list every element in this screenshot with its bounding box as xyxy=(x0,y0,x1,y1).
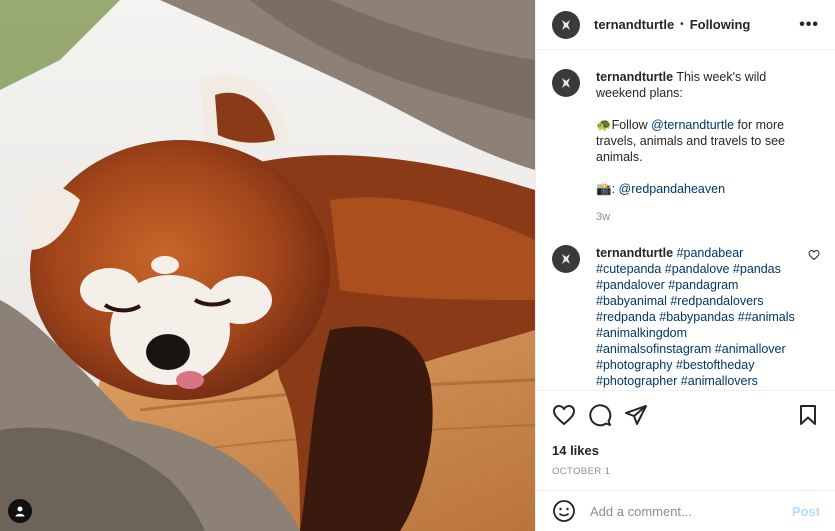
post-photo[interactable] xyxy=(0,0,535,531)
turtle-logo-icon xyxy=(562,254,570,264)
comments-section[interactable]: ternandturtle This week's wild weekend p… xyxy=(536,51,835,390)
comment-username[interactable]: ternandturtle xyxy=(596,246,673,260)
hashtag-list[interactable]: #pandabear #cutepanda #pandalove #pandas… xyxy=(596,246,795,388)
following-button[interactable]: Following xyxy=(690,17,751,32)
post-date[interactable]: OCTOBER 1 xyxy=(552,466,820,477)
tagged-users-button[interactable] xyxy=(8,499,32,523)
post-button[interactable]: Post xyxy=(792,504,820,519)
bookmark-icon[interactable] xyxy=(796,403,820,427)
post-side-panel: ternandturtle • Following ••• ternandtur… xyxy=(535,0,835,531)
credit-link[interactable]: @redpandaheaven xyxy=(619,182,726,196)
more-options-button[interactable]: ••• xyxy=(799,16,819,34)
heart-icon[interactable] xyxy=(552,403,576,427)
turtle-logo-icon xyxy=(562,78,570,88)
comment-item: ternandturtle #pandabear #cutepanda #pan… xyxy=(552,245,820,389)
post-header: ternandturtle • Following ••• xyxy=(536,0,835,50)
comment-icon[interactable] xyxy=(588,403,612,427)
caption-time: 3w xyxy=(596,211,611,223)
caption: ternandturtle This week's wild weekend p… xyxy=(552,69,820,225)
user-icon xyxy=(15,506,25,517)
credit-prefix: 📸: xyxy=(596,182,619,196)
caption-username[interactable]: ternandturtle xyxy=(596,70,673,84)
add-comment-bar: Post xyxy=(536,490,835,531)
likes-count[interactable]: 14 likes xyxy=(552,443,820,458)
comment-like-heart-icon[interactable] xyxy=(808,249,820,261)
share-icon[interactable] xyxy=(624,403,648,427)
action-bar: 14 likes OCTOBER 1 xyxy=(536,390,835,477)
header-separator: • xyxy=(680,19,684,30)
comment-input[interactable] xyxy=(590,503,780,519)
emoji-icon[interactable] xyxy=(552,499,576,523)
avatar[interactable] xyxy=(552,69,580,97)
avatar[interactable] xyxy=(552,245,580,273)
follow-prefix: 🐢Follow xyxy=(596,118,652,132)
turtle-logo-icon xyxy=(562,19,570,30)
avatar[interactable] xyxy=(552,10,580,39)
mention-link[interactable]: @ternandturtle xyxy=(651,118,734,132)
header-username[interactable]: ternandturtle xyxy=(594,17,674,32)
red-panda-image xyxy=(0,0,535,531)
